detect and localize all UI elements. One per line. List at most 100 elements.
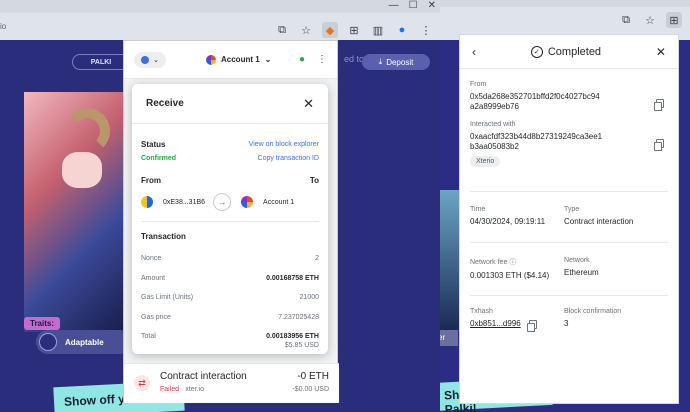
browser-tools: ⧉ ☆ ◆ ⊞ ▥ ● ⋮ xyxy=(274,22,434,38)
check-circle-icon: ✓ xyxy=(530,45,543,58)
from-to-header: From To xyxy=(141,176,319,185)
tx-row-label: Gas Limit (Units) xyxy=(141,294,194,302)
extensions-puzzle-icon[interactable]: ⊞ xyxy=(346,22,362,38)
interacted-address-line2: b3aa05083b2 xyxy=(470,142,519,151)
sender-avatar xyxy=(141,196,153,208)
activity-origin: xter.io xyxy=(185,386,204,393)
view-explorer-link[interactable]: View on block explorer xyxy=(249,141,319,148)
back-arrow-icon[interactable]: ‹ xyxy=(472,45,476,59)
minimize-icon[interactable]: — xyxy=(389,0,399,11)
background-browser-tools: ⧉ ☆ ⊞ xyxy=(618,12,682,28)
browser-toolbar: — ☐ ✕ io ⧉ ☆ ◆ ⊞ ▥ ● ⋮ xyxy=(0,0,440,40)
tx-row-amount: Amount 0.00168758 ETH xyxy=(141,269,319,289)
interacted-address-line1: 0xaacfdf323b44d8b27319249ca3ee1 xyxy=(470,132,603,141)
activity-status: Failed xyxy=(160,386,180,393)
modal-header: Receive ✕ xyxy=(132,84,328,124)
fee-block: Network fee ⓘ 0.001303 ETH ($4.14) xyxy=(470,257,564,295)
transaction-label: Transaction xyxy=(141,232,186,241)
confirm-value: 3 xyxy=(564,319,569,328)
time-block: Time 04/30/2024, 09:19:11 xyxy=(470,206,564,242)
info-icon[interactable]: ⓘ xyxy=(509,259,516,266)
txhash-block: Txhash 0xb851...d996 xyxy=(470,308,564,332)
profile-avatar-icon[interactable]: ● xyxy=(394,22,410,38)
fee-value: 0.001303 ETH ($4.14) xyxy=(470,271,550,280)
modal-title: Receive xyxy=(146,98,184,109)
time-type-section: Time 04/30/2024, 09:19:11 Type Contract … xyxy=(460,192,678,242)
network-label: Network xyxy=(564,257,590,264)
install-app-icon[interactable]: ⧉ xyxy=(274,22,290,38)
from-section: From 0x5da268e352701bffd2f0c4027bc94 a2a… xyxy=(460,69,678,121)
address-bar-text[interactable]: io xyxy=(0,22,6,31)
metamask-fox-icon[interactable]: ◆ xyxy=(322,22,338,38)
network-selector[interactable]: ⌄ xyxy=(134,51,166,68)
tx-row-gas-limit: Gas Limit (Units) 21000 xyxy=(141,288,319,308)
extension-active-icon[interactable]: ⊞ xyxy=(666,12,682,28)
from-label: From xyxy=(141,176,161,185)
recipient-avatar xyxy=(241,196,254,208)
tx-row-label: Amount xyxy=(141,274,166,282)
copy-contract-icon[interactable] xyxy=(654,139,664,151)
type-label: Type xyxy=(564,206,580,213)
copy-txhash-icon[interactable] xyxy=(526,319,537,332)
recipient-account[interactable]: Account 1 xyxy=(263,199,294,206)
tx-row-value: 7.237025428 xyxy=(278,313,319,321)
status-row: Status View on block explorer xyxy=(141,140,319,149)
maximize-icon[interactable]: ☐ xyxy=(409,0,418,11)
tx-row-gas-price: Gas price 7.237025428 xyxy=(141,308,319,328)
account-selector[interactable]: Account 1 ⌄ xyxy=(206,54,271,65)
artwork-face xyxy=(62,152,102,188)
txhash-label: Txhash xyxy=(470,308,493,315)
trait-name: Adaptable xyxy=(65,337,104,347)
panel-title-text: Completed xyxy=(547,45,602,58)
fee-label: Network fee ⓘ xyxy=(470,257,564,267)
receive-modal: Receive ✕ Status View on block explorer … xyxy=(132,84,328,354)
time-value: 04/30/2024, 09:19:11 xyxy=(470,217,546,226)
kebab-menu-icon[interactable]: ⋮ xyxy=(317,54,327,65)
close-window-icon[interactable]: ✕ xyxy=(428,0,436,11)
type-block: Type Contract interaction xyxy=(564,206,633,242)
artwork-horn xyxy=(64,108,110,154)
copy-from-icon[interactable] xyxy=(654,99,664,111)
close-icon[interactable]: ✕ xyxy=(303,96,314,112)
copy-tx-id-link[interactable]: Copy transaction ID xyxy=(258,155,319,162)
panel-title: ✓ Completed xyxy=(530,45,602,58)
tx-row-nonce: Nonce 2 xyxy=(141,249,319,269)
palki-nav-pill[interactable]: PALKI xyxy=(72,54,130,70)
tx-row-label: Nonce xyxy=(141,255,162,263)
project-chip: Xterio xyxy=(470,156,501,167)
total-usd: $5.85 USD xyxy=(284,342,319,349)
status-label: Status xyxy=(141,140,166,149)
failed-tx-icon: ⇄ xyxy=(134,375,150,391)
tx-row-total-usd: $5.85 USD xyxy=(141,341,319,351)
trait-icon xyxy=(39,333,57,351)
from-address-line1: 0x5da268e352701bffd2f0c4027bc94 xyxy=(470,92,600,101)
more-menu-icon[interactable]: ⋮ xyxy=(418,22,434,38)
header-icons: ● ⋮ xyxy=(299,54,327,65)
tx-row-label: Gas price xyxy=(141,313,171,321)
window-controls: — ☐ ✕ xyxy=(389,0,436,11)
from-label: From xyxy=(470,81,487,88)
activity-amount: -0 ETH xyxy=(297,371,329,382)
deposit-label: Deposit xyxy=(386,57,414,67)
deposit-button[interactable]: ⤓ Deposit xyxy=(362,54,430,70)
activity-list-item[interactable]: ⇄ Contract interaction Failed · xter.io … xyxy=(124,363,339,403)
chevron-down-icon: ⌄ xyxy=(153,56,159,64)
side-panel-icon[interactable]: ▥ xyxy=(370,22,386,38)
fee-network-section: Network fee ⓘ 0.001303 ETH ($4.14) Netwo… xyxy=(460,243,678,295)
download-icon: ⤓ xyxy=(378,57,383,66)
sender-address[interactable]: 0xE38...31B6 xyxy=(163,199,205,206)
connected-site-icon[interactable]: ● xyxy=(299,54,305,65)
bookmark-star-icon[interactable]: ☆ xyxy=(298,22,314,38)
tab-strip xyxy=(0,0,440,13)
metamask-header: ⌄ Account 1 ⌄ ● ⋮ xyxy=(124,41,337,79)
txhash-link[interactable]: 0xb851...d996 xyxy=(470,319,521,329)
arrow-right-icon: → xyxy=(213,193,232,211)
time-label: Time xyxy=(470,206,486,213)
bookmark-star-icon[interactable]: ☆ xyxy=(642,12,658,28)
activity-subtitle: Failed · xter.io xyxy=(160,386,204,393)
close-icon[interactable]: ✕ xyxy=(656,45,666,59)
install-app-icon[interactable]: ⧉ xyxy=(618,12,634,28)
txhash-row: 0xb851...d996 xyxy=(470,319,564,332)
tx-row-value: 0.00168758 ETH xyxy=(266,274,319,282)
tx-row-value: 21000 xyxy=(299,294,319,302)
